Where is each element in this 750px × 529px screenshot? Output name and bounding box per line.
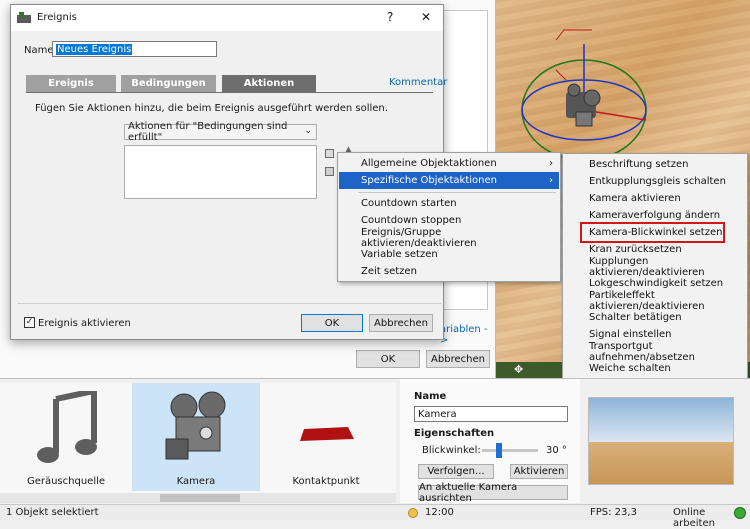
- angle-label: Blickwinkel:: [422, 445, 481, 456]
- variables-link[interactable]: ariablen ->: [440, 324, 495, 346]
- instruction-text: Fügen Sie Aktionen hinzu, die beim Ereig…: [35, 103, 388, 114]
- angle-slider-track[interactable]: [482, 443, 538, 458]
- tab-bedingungen[interactable]: Bedingungen: [121, 75, 216, 92]
- catalog-item-camera[interactable]: Kamera: [132, 383, 260, 491]
- status-bar: 1 Objekt selektiert 12:00 FPS: 23,3 Onli…: [0, 504, 750, 529]
- submenu-item[interactable]: Beschriftung setzen: [564, 156, 746, 173]
- actions-select[interactable]: Aktionen für "Bedingungen sind erfüllt" …: [124, 121, 317, 143]
- catalog-item-contact[interactable]: Kontaktpunkt: [262, 383, 390, 491]
- contact-point-icon: [300, 427, 354, 441]
- menu-item-set-variable[interactable]: Variable setzen: [339, 246, 559, 263]
- parent-ok-button[interactable]: OK: [356, 350, 420, 368]
- name-heading: Name: [414, 391, 447, 402]
- highlight-box: [580, 222, 725, 243]
- camera-icon: [165, 391, 226, 460]
- name-input-value: Neues Ereignis: [56, 43, 133, 55]
- submenu-item[interactable]: Partikeleffekt aktivieren/deaktivieren: [564, 290, 746, 312]
- name-input[interactable]: Neues Ereignis: [52, 41, 217, 57]
- chevron-right-icon: ›: [549, 175, 553, 186]
- tab-ereignis[interactable]: Ereignis: [26, 75, 116, 92]
- ok-button[interactable]: OK: [301, 314, 363, 332]
- bottom-panel: Geräuschquelle Kamera Kontaktpunkt Name …: [0, 378, 750, 504]
- submenu-item[interactable]: Kupplungen aktivieren/deaktivieren: [564, 256, 746, 278]
- camera-preview: [588, 397, 734, 485]
- app-icon: [17, 12, 31, 23]
- time-status: 12:00: [425, 507, 454, 518]
- actions-select-value: Aktionen für "Bedingungen sind erfüllt": [128, 121, 288, 143]
- submenu-item[interactable]: Weiche schalten: [564, 360, 746, 377]
- cancel-button[interactable]: Abbrechen: [369, 314, 433, 332]
- chevron-right-icon: ›: [549, 158, 553, 169]
- axis-guide: [555, 29, 592, 81]
- help-icon[interactable]: ?: [387, 10, 393, 24]
- context-menu: Allgemeine Objektaktionen › Spezifische …: [337, 152, 561, 282]
- move-icon[interactable]: ✥: [514, 363, 523, 376]
- catalog-scrollbar[interactable]: [0, 493, 396, 503]
- enable-checkbox-label: Ereignis aktivieren: [38, 318, 131, 329]
- submenu-item[interactable]: Entkupplungsgleis schalten: [564, 173, 746, 190]
- menu-item-general-actions[interactable]: Allgemeine Objektaktionen ›: [339, 155, 559, 172]
- submenu-item[interactable]: Transportgut aufnehmen/absetzen: [564, 341, 746, 363]
- submenu-item[interactable]: Kamera aktivieren: [564, 190, 746, 207]
- sun-icon: [408, 508, 418, 518]
- submenu: Beschriftung setzen Entkupplungsgleis sc…: [562, 153, 748, 380]
- menu-item-toggle-event[interactable]: Ereignis/Gruppe aktivieren/deaktivieren: [339, 227, 559, 249]
- chevron-down-icon: ⌄: [304, 126, 312, 136]
- activate-button[interactable]: Aktivieren: [510, 464, 568, 479]
- angle-slider-thumb[interactable]: [495, 443, 502, 458]
- dialog-titlebar: Ereignis ? ✕: [11, 5, 443, 31]
- music-note-icon: [37, 391, 97, 463]
- align-camera-button[interactable]: An aktuelle Kamera ausrichten: [418, 482, 568, 504]
- online-icon[interactable]: [734, 507, 746, 519]
- close-icon[interactable]: ✕: [421, 10, 431, 24]
- actions-list[interactable]: [124, 145, 317, 199]
- menu-item-set-time[interactable]: Zeit setzen: [339, 263, 559, 280]
- parent-cancel-button[interactable]: Abbrechen: [426, 350, 490, 368]
- dialog-title: Ereignis: [37, 12, 77, 23]
- comment-link[interactable]: Kommentar: [389, 77, 447, 88]
- selection-status: 1 Objekt selektiert: [6, 507, 99, 518]
- angle-value: 30 °: [546, 445, 567, 456]
- catalog: Geräuschquelle Kamera Kontaktpunkt: [0, 383, 396, 493]
- scrollbar-thumb[interactable]: [160, 494, 240, 502]
- follow-button[interactable]: Verfolgen...: [418, 464, 494, 479]
- fps-status: FPS: 23,3: [590, 507, 637, 518]
- menu-item-countdown-start[interactable]: Countdown starten: [339, 195, 559, 212]
- submenu-item[interactable]: Schalter betätigen: [564, 309, 746, 326]
- delete-action-icon[interactable]: [325, 167, 334, 176]
- add-action-icon[interactable]: [325, 149, 334, 158]
- menu-item-specific-actions[interactable]: Spezifische Objektaktionen ›: [339, 172, 559, 189]
- catalog-item-sound[interactable]: Geräuschquelle: [2, 383, 130, 491]
- properties-heading: Eigenschaften: [414, 428, 495, 439]
- properties-panel: Name Kamera Eigenschaften Blickwinkel: 3…: [400, 379, 580, 504]
- object-name-input[interactable]: Kamera: [414, 406, 568, 422]
- enable-checkbox[interactable]: ✓: [24, 317, 35, 328]
- tab-aktionen[interactable]: Aktionen: [222, 75, 316, 92]
